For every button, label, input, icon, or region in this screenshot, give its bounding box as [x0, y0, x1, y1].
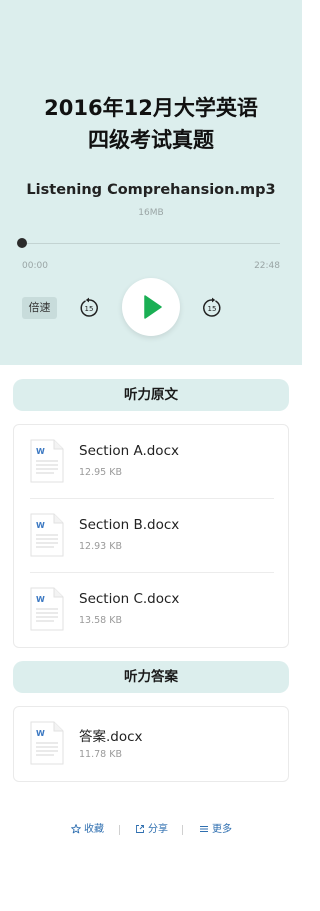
svg-text:W: W [36, 521, 45, 530]
progress-knob[interactable] [17, 238, 27, 248]
favorite-label: 收藏 [84, 824, 104, 835]
file-size: 12.95 KB [79, 467, 122, 478]
album-title-line-1: 2016年12月大学英语 [44, 96, 258, 120]
file-row-section-b[interactable]: W Section B.docx 12.93 KB [14, 499, 288, 573]
file-name: 答案.docx [79, 729, 143, 745]
word-doc-icon: W [30, 587, 64, 631]
audio-file-name: Listening Comprehansion.mp3 [26, 182, 276, 198]
more-label: 更多 [212, 824, 232, 835]
progress-track[interactable] [22, 243, 280, 244]
action-separator [119, 825, 120, 835]
skip-forward-label: 15 [208, 305, 217, 313]
word-doc-icon: W [30, 513, 64, 557]
share-button[interactable]: 分享 [135, 823, 168, 837]
answers-file-list: W 答案.docx 11.78 KB [13, 706, 289, 782]
favorite-button[interactable]: 收藏 [71, 823, 104, 837]
svg-text:W: W [36, 447, 45, 456]
playback-speed-button[interactable]: 倍速 [22, 297, 57, 319]
total-time: 22:48 [254, 261, 280, 271]
transcript-section-header: 听力原文 [13, 379, 289, 411]
skip-back-label: 15 [85, 305, 94, 313]
more-button[interactable]: 更多 [199, 823, 232, 837]
file-name: Section C.docx [79, 591, 180, 607]
menu-icon [200, 826, 208, 832]
file-name: Section A.docx [79, 443, 179, 459]
share-icon [136, 825, 144, 833]
file-size: 11.78 KB [79, 749, 122, 760]
svg-text:W: W [36, 595, 45, 604]
file-size: 13.58 KB [79, 615, 122, 626]
album-title-line-2: 四级考试真题 [88, 128, 214, 152]
album-title: 2016年12月大学英语 四级考试真题 [0, 92, 302, 156]
transcript-file-list: W Section A.docx 12.95 KB W Section B.do… [13, 424, 289, 648]
bottom-action-bar: 收藏 分享 更多 [0, 823, 302, 839]
file-name: Section B.docx [79, 517, 180, 533]
star-icon [71, 824, 81, 834]
svg-text:W: W [36, 729, 45, 738]
forward-15-icon: 15 [203, 297, 221, 317]
audio-player-panel: 2016年12月大学英语 四级考试真题 Listening Comprehans… [0, 0, 302, 365]
play-button[interactable] [122, 278, 180, 336]
file-row-section-a[interactable]: W Section A.docx 12.95 KB [14, 425, 288, 499]
file-row-answers[interactable]: W 答案.docx 11.78 KB [14, 707, 288, 781]
skip-back-15-button[interactable]: 15 [78, 297, 100, 319]
audio-file-size: 16MB [138, 208, 164, 218]
play-icon [144, 295, 162, 319]
current-time: 00:00 [22, 261, 48, 271]
share-label: 分享 [148, 824, 168, 835]
skip-forward-15-button[interactable]: 15 [201, 297, 223, 319]
action-separator [182, 825, 183, 835]
file-size: 12.93 KB [79, 541, 122, 552]
file-row-section-c[interactable]: W Section C.docx 13.58 KB [14, 573, 288, 647]
answers-section-header: 听力答案 [13, 661, 289, 693]
word-doc-icon: W [30, 439, 64, 483]
word-doc-icon: W [30, 721, 64, 765]
rewind-15-icon: 15 [80, 297, 98, 317]
